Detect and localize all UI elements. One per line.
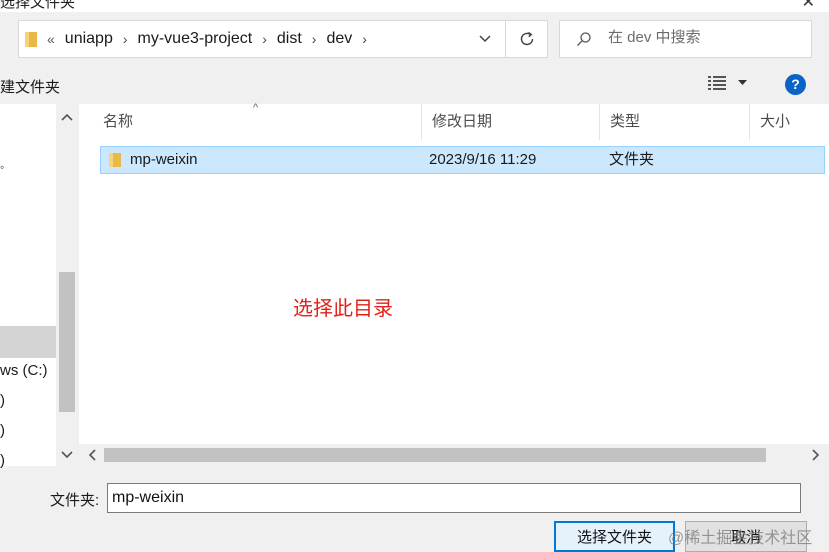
file-name: mp-weixin: [130, 151, 198, 168]
folder-icon: [109, 153, 121, 167]
file-type: 文件夹: [609, 151, 655, 168]
breadcrumb-overflow[interactable]: «: [47, 31, 55, 47]
view-menu-button[interactable]: [708, 76, 747, 90]
column-header-modified[interactable]: 修改日期: [421, 104, 601, 140]
chevron-down-icon: [479, 35, 491, 43]
scroll-down-arrow[interactable]: [56, 444, 78, 466]
breadcrumb-item-dist[interactable]: dist: [277, 30, 302, 48]
search-input[interactable]: [608, 29, 798, 46]
folder-icon: [25, 32, 37, 47]
search-box[interactable]: [559, 20, 812, 58]
scroll-thumb[interactable]: [59, 272, 75, 412]
chevron-left-icon: [88, 449, 96, 461]
column-header-name[interactable]: 名称: [93, 104, 423, 140]
nav-item-drive[interactable]: ): [0, 422, 5, 439]
file-row[interactable]: mp-weixin 2023/9/16 11:29 文件夹: [100, 146, 825, 174]
nav-item-drive-c[interactable]: ws (C:): [0, 362, 48, 379]
help-icon[interactable]: ?: [785, 74, 806, 95]
search-icon: [577, 32, 591, 46]
nav-item-marker: ◦: [0, 160, 5, 174]
scroll-thumb[interactable]: [104, 448, 766, 462]
navigation-pane: ◦ ws (C:) ) ) ): [0, 104, 78, 469]
file-list: ^ 名称 修改日期 类型 大小 mp-weixin 2023/9/16 11:2…: [79, 102, 829, 466]
refresh-icon: [520, 31, 533, 46]
chevron-up-icon: [61, 113, 73, 121]
breadcrumb-item-my-vue3-project[interactable]: my-vue3-project: [138, 30, 253, 48]
nav-vertical-scrollbar[interactable]: [56, 104, 78, 466]
breadcrumb-separator[interactable]: ›: [123, 31, 128, 47]
file-modified: 2023/9/16 11:29: [429, 151, 537, 168]
window-title: 选择文件夹: [0, 0, 76, 11]
select-folder-button[interactable]: 选择文件夹: [554, 521, 675, 552]
folder-field-label: 文件夹:: [50, 492, 100, 509]
refresh-button[interactable]: [505, 20, 547, 58]
annotation-text: 选择此目录: [293, 298, 393, 320]
address-bar[interactable]: « uniapp › my-vue3-project › dist › dev …: [18, 20, 548, 58]
scroll-right-arrow[interactable]: [805, 444, 827, 466]
column-header-size[interactable]: 大小: [749, 104, 825, 140]
column-header-type[interactable]: 类型: [599, 104, 751, 140]
folder-input[interactable]: [107, 483, 801, 513]
scroll-up-arrow[interactable]: [56, 106, 78, 128]
view-menu-icon: [708, 76, 726, 90]
title-bar: 选择文件夹 ✕: [0, 0, 829, 12]
address-history-dropdown[interactable]: [467, 21, 503, 57]
cancel-button[interactable]: 取消: [685, 521, 807, 552]
nav-item-drive[interactable]: ): [0, 392, 5, 409]
new-folder-button[interactable]: 建文件夹: [0, 76, 60, 97]
scroll-left-arrow[interactable]: [81, 444, 103, 466]
chevron-down-icon: [738, 80, 747, 85]
horizontal-scrollbar[interactable]: [79, 444, 829, 466]
breadcrumb-item-dev[interactable]: dev: [326, 30, 352, 48]
close-icon[interactable]: ✕: [802, 0, 815, 12]
breadcrumb-separator[interactable]: ›: [262, 31, 267, 47]
column-header-row: ^ 名称 修改日期 类型 大小: [79, 102, 829, 140]
breadcrumb: « uniapp › my-vue3-project › dist › dev …: [47, 21, 377, 57]
breadcrumb-separator[interactable]: ›: [312, 31, 317, 47]
chevron-down-icon: [61, 451, 73, 459]
breadcrumb-separator[interactable]: ›: [362, 31, 367, 47]
breadcrumb-item-uniapp[interactable]: uniapp: [65, 30, 113, 48]
chevron-right-icon: [812, 449, 820, 461]
nav-item-drive[interactable]: ): [0, 452, 5, 469]
nav-item-selected[interactable]: [0, 326, 56, 358]
